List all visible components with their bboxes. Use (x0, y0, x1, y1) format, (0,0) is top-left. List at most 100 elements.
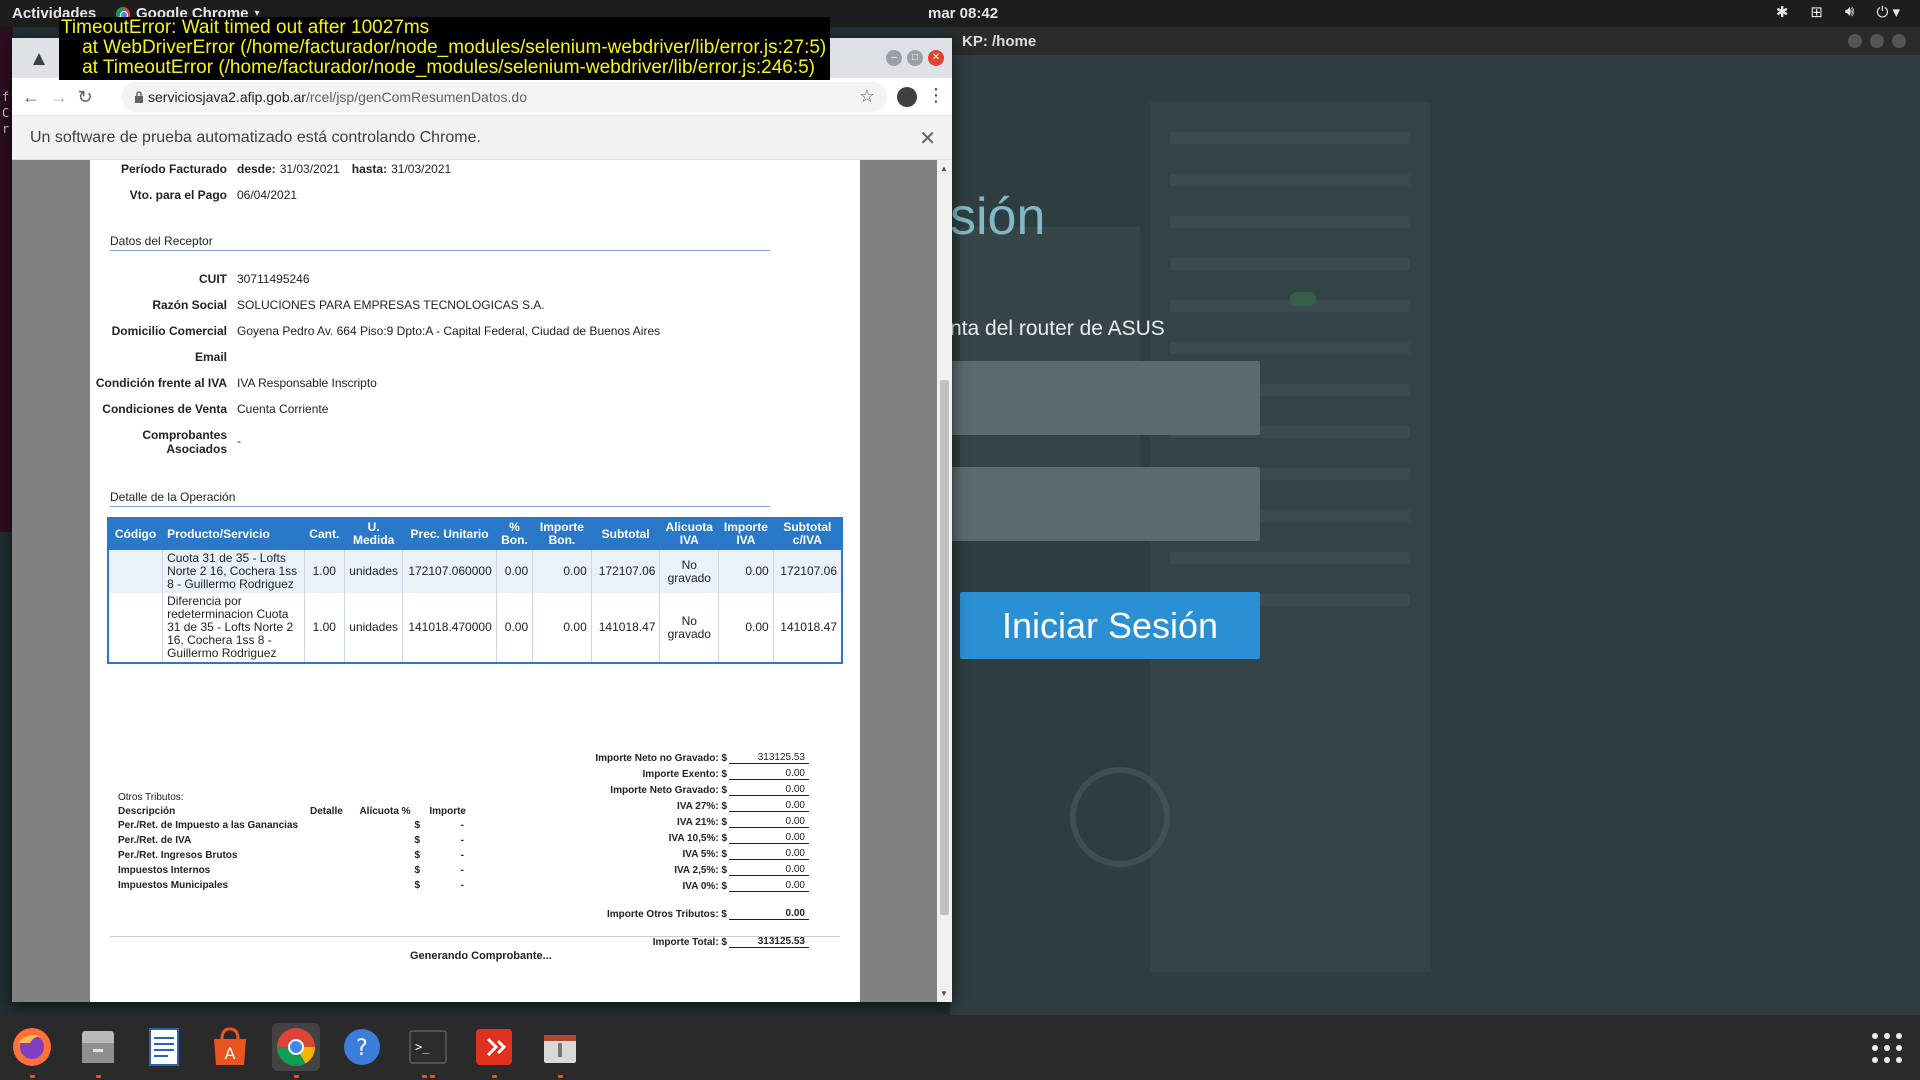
volume-icon[interactable]: 🔊︎ (1845, 3, 1854, 21)
scroll-down-icon[interactable]: ▼ (940, 989, 948, 998)
divider (110, 936, 840, 937)
column-header: Código (107, 517, 164, 550)
hasta-label: hasta: (351, 162, 388, 176)
timeout-error-overlay: TimeoutError: Wait timed out after 10027… (59, 17, 831, 80)
scrollbar-thumb[interactable] (940, 380, 949, 915)
hasta-value: 31/03/2021 (391, 162, 452, 176)
receptor-label: Email (194, 350, 227, 364)
receptor-label: Razón Social (152, 298, 227, 312)
clock[interactable]: mar 08:42 (928, 5, 998, 22)
afip-tab-icon[interactable] (32, 52, 46, 66)
total-row: IVA 21%: $0.00 (510, 812, 809, 828)
svg-text:>_: >_ (415, 1040, 430, 1054)
table-cell: No gravado (659, 593, 720, 663)
table-cell: 1.00 (304, 549, 346, 593)
vto-label: Vto. para el Pago (129, 188, 227, 202)
table-cell: 0.00 (496, 593, 534, 663)
window-buttons[interactable]: – □ ✕ (886, 50, 944, 66)
system-tray[interactable]: ✱ ⊞ 🔊︎ ⏻ ▾ (1776, 3, 1900, 21)
table-cell: 172107.060000 (402, 549, 497, 593)
otros-detalle (310, 848, 350, 863)
desde-label: desde: (237, 162, 276, 176)
archive-icon[interactable] (536, 1023, 584, 1071)
scroll-up-icon[interactable]: ▲ (940, 164, 948, 173)
minimize-icon[interactable]: – (886, 50, 902, 66)
otros-header: Alícuota % (359, 806, 411, 817)
error-line: at TimeoutError (/home/facturador/node_m… (61, 57, 816, 78)
total-label: IVA 5%: $ (682, 849, 727, 860)
table-cell (108, 549, 164, 593)
error-line: TimeoutError: Wait timed out after 10027… (61, 17, 430, 38)
close-icon[interactable]: ✕ (928, 50, 944, 66)
dock: A ? >_ (0, 1015, 1920, 1080)
firefox-icon[interactable] (8, 1023, 56, 1071)
receptor-value: IVA Responsable Inscripto (237, 376, 377, 390)
otros-currency: $ (414, 880, 420, 891)
kebab-menu-icon[interactable]: ⋮ (927, 85, 945, 106)
profile-avatar-icon[interactable] (897, 87, 917, 107)
svg-text:?: ? (356, 1036, 368, 1061)
generating-status: Generando Comprobante... (410, 950, 552, 962)
column-header: Importe Bon. (532, 517, 592, 550)
window-controls[interactable] (1848, 34, 1906, 48)
forward-icon[interactable]: → (48, 86, 70, 108)
page-scrollbar[interactable]: ▲ ▼ (937, 160, 952, 1002)
total-label: IVA 2,5%: $ (674, 865, 727, 876)
git-icon[interactable] (470, 1023, 518, 1071)
otros-importe: - (460, 850, 464, 861)
table-cell: 0.00 (496, 549, 534, 593)
total-value: 0.00 (729, 880, 809, 892)
total-row: IVA 0%: $0.00 (510, 876, 809, 892)
total-row: IVA 27%: $0.00 (510, 796, 809, 812)
login-button[interactable]: Iniciar Sesión (960, 592, 1260, 659)
otros-row: Per./Ret. de Impuesto a las Ganancias $ - (118, 818, 466, 833)
table-cell: 1.00 (304, 593, 346, 663)
address-bar[interactable]: serviciosjava2.afip.gob.ar/rcel/jsp/genC… (122, 82, 887, 112)
receptor-field: CUIT 30711495246 (90, 272, 310, 286)
otros-currency: $ (414, 820, 420, 831)
total-label: Importe Neto no Gravado: $ (595, 753, 727, 764)
total-value: 0.00 (729, 848, 809, 860)
help-icon[interactable]: ? (338, 1023, 386, 1071)
infobar-close-icon[interactable]: ✕ (919, 126, 936, 151)
total-row: IVA 2,5%: $0.00 (510, 860, 809, 876)
infobar-text: Un software de prueba automatizado está … (30, 129, 481, 146)
receptor-section-title: Datos del Receptor (110, 234, 770, 251)
receptor-field: Comprobantes Asociados - (90, 428, 241, 456)
chrome-icon[interactable] (272, 1023, 320, 1071)
receptor-label: CUIT (199, 272, 227, 286)
software-icon[interactable]: A (206, 1023, 254, 1071)
username-field[interactable] (950, 361, 1260, 435)
total-row: IVA 10,5%: $0.00 (510, 828, 809, 844)
bookmark-star-icon[interactable]: ☆ (859, 86, 875, 107)
total-value: 0.00 (729, 864, 809, 876)
total-label: Importe Exento: $ (642, 769, 727, 780)
power-icon[interactable]: ⏻ ▾ (1876, 3, 1900, 21)
items-table: Código Producto/Servicio Cant. U. Medida… (107, 517, 843, 664)
writer-icon[interactable] (140, 1023, 188, 1071)
password-field[interactable] (950, 467, 1260, 541)
terminal-icon[interactable]: >_ (404, 1023, 452, 1071)
receptor-field: Condición frente al IVA IVA Responsable … (90, 376, 377, 390)
maximize-icon[interactable]: □ (907, 50, 923, 66)
grand-total-label: Importe Total: $ (652, 937, 727, 948)
reload-icon[interactable]: ↻ (74, 86, 96, 108)
files-icon[interactable] (74, 1023, 122, 1071)
column-header: Subtotal (590, 517, 661, 550)
total-row: Importe Exento: $0.00 (510, 764, 809, 780)
receptor-value: 30711495246 (237, 272, 310, 286)
table-cell: 141018.47 (591, 593, 661, 663)
otros-total-value: 0.00 (729, 908, 809, 920)
router-window-titlebar: KP: /home (950, 27, 1920, 55)
network-icon[interactable]: ⊞ (1810, 3, 1823, 21)
table-cell: 0.00 (718, 593, 774, 663)
router-window-title: KP: /home (962, 33, 1037, 50)
receptor-label: Condición frente al IVA (95, 376, 227, 390)
bluetooth-icon[interactable]: ✱ (1776, 3, 1789, 21)
back-icon[interactable]: ← (20, 86, 42, 108)
otros-total-label: Importe Otros Tributos: $ (606, 909, 727, 920)
total-label: IVA 21%: $ (676, 817, 727, 828)
page-viewport[interactable]: Período Facturado desde: 31/03/2021 hast… (12, 160, 952, 1002)
total-row: Importe Neto no Gravado: $313125.53 (510, 748, 809, 764)
show-apps-icon[interactable] (1872, 1033, 1902, 1063)
